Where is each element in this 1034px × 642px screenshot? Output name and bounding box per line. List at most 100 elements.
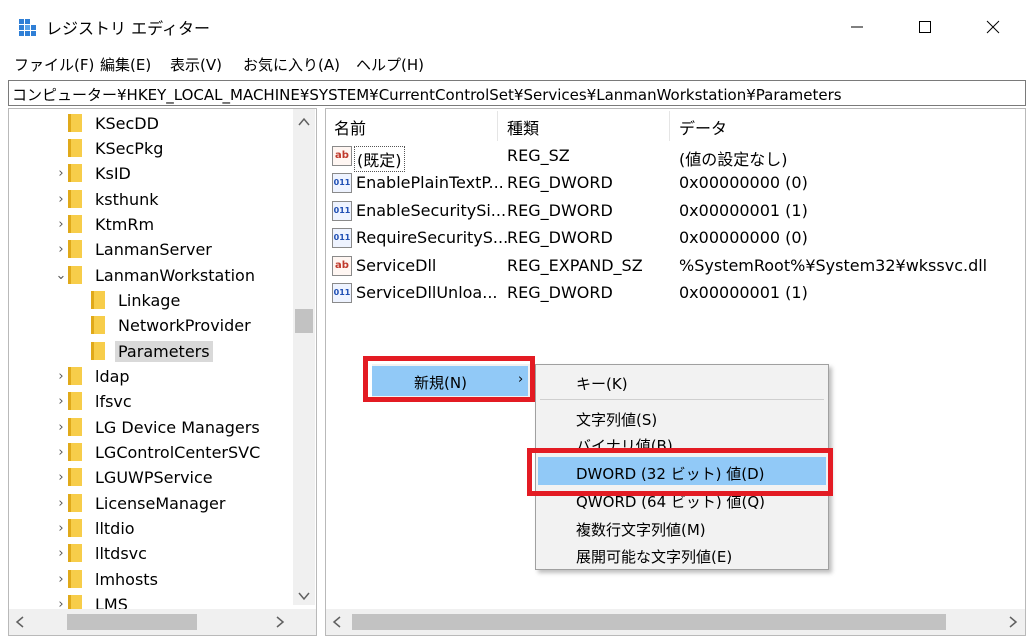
tree-item[interactable]: › LGControlCenterSVC bbox=[54, 440, 263, 464]
folder-icon bbox=[68, 494, 82, 512]
tree-horizontal-scrollbar[interactable] bbox=[9, 609, 316, 635]
chevron-right-icon[interactable]: › bbox=[54, 166, 68, 181]
value-row[interactable]: 011 RequireSecurityS... REG_DWORD 0x0000… bbox=[330, 225, 1020, 252]
maximize-button[interactable] bbox=[902, 10, 948, 44]
folder-icon bbox=[68, 418, 82, 436]
submenu-item-string[interactable]: 文字列値(S) bbox=[576, 409, 657, 430]
tree-item[interactable]: › lltdsvc bbox=[54, 541, 150, 565]
folder-icon bbox=[68, 544, 82, 562]
folder-open-icon bbox=[91, 342, 105, 360]
highlight-frame-dword bbox=[527, 448, 833, 496]
minimize-icon bbox=[851, 26, 863, 28]
close-icon bbox=[986, 20, 1000, 34]
tree-item[interactable]: › LG Device Managers bbox=[54, 415, 263, 439]
chevron-right-icon[interactable]: › bbox=[54, 572, 68, 587]
column-header-type[interactable]: 種類 bbox=[507, 115, 539, 139]
folder-icon bbox=[91, 291, 105, 309]
chevron-down-icon[interactable]: ⌄ bbox=[54, 268, 68, 283]
folder-icon bbox=[68, 443, 82, 461]
folder-icon bbox=[91, 316, 105, 334]
tree-item[interactable]: KSecDD bbox=[54, 111, 162, 135]
scrollbar-graphic bbox=[332, 614, 1018, 630]
folder-icon bbox=[68, 570, 82, 588]
close-button[interactable] bbox=[970, 10, 1016, 44]
tree-pane[interactable]: KSecDD KSecPkg › KsID › ksthunk › KtmRm › La… bbox=[8, 108, 317, 636]
binary-value-icon: 011 bbox=[332, 228, 352, 248]
value-row[interactable]: 011 EnableSecuritySi... REG_DWORD 0x0000… bbox=[330, 198, 1020, 225]
chevron-right-icon[interactable]: › bbox=[54, 217, 68, 232]
chevron-right-icon[interactable]: › bbox=[54, 445, 68, 460]
string-value-icon: ab bbox=[332, 146, 352, 166]
scrollbar-graphic bbox=[295, 117, 313, 601]
folder-icon bbox=[68, 240, 82, 258]
tree-item[interactable]: › ldap bbox=[54, 364, 133, 388]
menu-file[interactable]: ファイル(F) bbox=[14, 54, 94, 75]
value-row[interactable]: 011 EnablePlainTextP... REG_DWORD 0x0000… bbox=[330, 170, 1020, 197]
tree-item[interactable]: Linkage bbox=[77, 288, 183, 312]
address-path: コンピューター¥HKEY_LOCAL_MACHINE¥SYSTEM¥Curren… bbox=[12, 86, 842, 104]
chevron-right-icon[interactable]: › bbox=[54, 192, 68, 207]
tree-item[interactable]: › ksthunk bbox=[54, 187, 162, 211]
window-title: レジストリ エディター bbox=[46, 19, 210, 38]
tree-item-selected[interactable]: Parameters bbox=[77, 339, 213, 363]
submenu-item-key[interactable]: キー(K) bbox=[576, 373, 628, 394]
tree-item[interactable]: NetworkProvider bbox=[77, 313, 254, 337]
chevron-right-icon[interactable]: › bbox=[54, 242, 68, 257]
chevron-right-icon[interactable]: › bbox=[54, 546, 68, 561]
submenu-item-multi-string[interactable]: 複数行文字列値(M) bbox=[576, 519, 706, 540]
registry-editor-icon bbox=[18, 18, 38, 38]
value-row[interactable]: ab (既定) REG_SZ (値の設定なし) bbox=[330, 143, 1020, 172]
scrollbar-graphic bbox=[15, 614, 285, 630]
folder-icon bbox=[68, 468, 82, 486]
title-bar: レジストリ エディター bbox=[0, 0, 1034, 52]
highlight-frame-new bbox=[363, 356, 535, 402]
menu-help[interactable]: ヘルプ(H) bbox=[356, 54, 424, 75]
folder-icon bbox=[68, 114, 82, 132]
column-divider[interactable] bbox=[669, 111, 670, 141]
tree-item[interactable]: › lfsvc bbox=[54, 389, 135, 413]
chevron-right-icon[interactable]: › bbox=[54, 496, 68, 511]
maximize-icon bbox=[919, 21, 931, 33]
folder-icon bbox=[68, 367, 82, 385]
tree-item[interactable]: › lltdio bbox=[54, 516, 138, 540]
values-horizontal-scrollbar[interactable] bbox=[326, 609, 1025, 635]
folder-icon bbox=[68, 519, 82, 537]
minimize-button[interactable] bbox=[834, 10, 880, 44]
tree-vertical-scrollbar[interactable] bbox=[293, 109, 315, 605]
submenu-separator bbox=[540, 399, 824, 400]
menu-favorites[interactable]: お気に入り(A) bbox=[243, 54, 340, 75]
value-row[interactable]: ab ServiceDll REG_EXPAND_SZ %SystemRoot%… bbox=[330, 253, 1020, 280]
tree-item[interactable]: › KtmRm bbox=[54, 212, 157, 236]
string-value-icon: ab bbox=[332, 256, 352, 276]
column-header-data[interactable]: データ bbox=[679, 115, 727, 139]
tree-item[interactable]: KSecPkg bbox=[54, 136, 166, 160]
tree-item[interactable]: › LanmanServer bbox=[54, 237, 215, 261]
binary-value-icon: 011 bbox=[332, 173, 352, 193]
tree-item[interactable]: › LGUWPService bbox=[54, 465, 216, 489]
tree-item[interactable]: › lmhosts bbox=[54, 567, 161, 591]
chevron-right-icon[interactable]: › bbox=[54, 369, 68, 384]
menu-bar: ファイル(F) 編集(E) 表示(V) お気に入り(A) ヘルプ(H) bbox=[0, 52, 1034, 78]
menu-view[interactable]: 表示(V) bbox=[170, 54, 222, 75]
tree-item[interactable]: ⌄ LanmanWorkstation bbox=[54, 263, 258, 287]
tree-item[interactable]: › KsID bbox=[54, 161, 134, 185]
address-bar[interactable]: コンピューター¥HKEY_LOCAL_MACHINE¥SYSTEM¥Curren… bbox=[8, 80, 1026, 106]
folder-icon bbox=[68, 266, 82, 284]
folder-icon bbox=[68, 215, 82, 233]
value-row[interactable]: 011 ServiceDllUnloa... REG_DWORD 0x00000… bbox=[330, 280, 1020, 307]
binary-value-icon: 011 bbox=[332, 283, 352, 303]
column-header-name[interactable]: 名前 bbox=[334, 115, 366, 139]
chevron-right-icon[interactable]: › bbox=[54, 521, 68, 536]
tree-item[interactable]: › LicenseManager bbox=[54, 491, 228, 515]
folder-icon bbox=[68, 190, 82, 208]
chevron-right-icon[interactable]: › bbox=[54, 470, 68, 485]
chevron-right-icon[interactable]: › bbox=[54, 394, 68, 409]
folder-icon bbox=[68, 392, 82, 410]
submenu-item-expandable-string[interactable]: 展開可能な文字列値(E) bbox=[576, 546, 732, 567]
chevron-right-icon[interactable]: › bbox=[54, 420, 68, 435]
column-divider[interactable] bbox=[497, 111, 498, 141]
folder-icon bbox=[68, 164, 82, 182]
menu-edit[interactable]: 編集(E) bbox=[100, 54, 151, 75]
binary-value-icon: 011 bbox=[332, 201, 352, 221]
folder-icon bbox=[68, 139, 82, 157]
